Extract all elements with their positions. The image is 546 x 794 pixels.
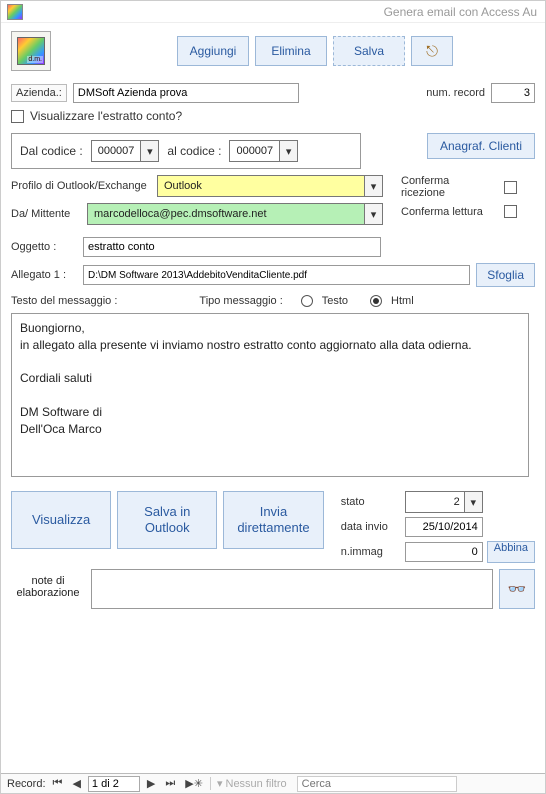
note-label: note di elaborazione <box>11 569 85 599</box>
profilo-value: Outlook <box>158 180 364 192</box>
note-textarea[interactable] <box>91 569 493 609</box>
salva-button[interactable]: Salva <box>333 36 405 66</box>
al-codice-label: al codice : <box>167 144 221 158</box>
stato-select[interactable]: 2 ▾ <box>405 491 483 513</box>
conferma-ricezione-checkbox[interactable] <box>504 181 517 194</box>
testo-messaggio-label: Testo del messaggio : <box>11 295 117 307</box>
chevron-down-icon: ▾ <box>364 204 382 224</box>
toolbar: Aggiungi Elimina Salva ⎋ <box>11 31 535 71</box>
window-title: Genera email con Access Au <box>29 5 539 19</box>
status-panel: stato 2 ▾ data invio n.immag Abbina <box>341 491 535 563</box>
tipo-testo-label: Testo <box>322 295 348 307</box>
azienda-label: Azienda.: <box>11 84 67 102</box>
mittente-select[interactable]: marcodelloca@pec.dmsoftware.net ▾ <box>87 203 383 225</box>
messaggio-textarea[interactable]: Buongiorno, in allegato alla presente vi… <box>11 313 529 477</box>
conferma-ricezione-label: Conferma ricezione <box>401 175 496 199</box>
al-codice-value: 000007 <box>230 145 279 157</box>
allegato-label: Allegato 1 : <box>11 269 77 281</box>
funnel-icon: ▾ <box>217 777 223 790</box>
record-label: Record: <box>7 778 46 790</box>
stato-value: 2 <box>406 496 464 508</box>
azienda-input[interactable] <box>73 83 299 103</box>
binoculars-icon: 👓 <box>508 580 527 598</box>
elimina-button[interactable]: Elimina <box>255 36 327 66</box>
al-codice-select[interactable]: 000007 ▾ <box>229 140 298 162</box>
aggiungi-button[interactable]: Aggiungi <box>177 36 249 66</box>
abbina-button[interactable]: Abbina <box>487 541 535 563</box>
dal-codice-value: 000007 <box>92 145 141 157</box>
exit-icon: ⎋ <box>426 43 438 60</box>
chevron-down-icon: ▾ <box>464 492 482 512</box>
data-invio-label: data invio <box>341 521 401 533</box>
conferma-lettura-checkbox[interactable] <box>504 205 517 218</box>
nav-next-button[interactable]: ▶ <box>144 777 158 790</box>
record-navigation-bar: Record: ⏮ ◀ ▶ ⏭ ▶✳ ▾ Nessun filtro <box>1 773 545 793</box>
stato-label: stato <box>341 496 401 508</box>
sfoglia-button[interactable]: Sfoglia <box>476 263 535 287</box>
salva-in-outlook-button[interactable]: Salva in Outlook <box>117 491 217 549</box>
chevron-down-icon: ▾ <box>279 141 297 161</box>
conferma-lettura-label: Conferma lettura <box>401 206 483 218</box>
nimmag-input[interactable] <box>405 542 483 562</box>
tipo-testo-radio[interactable] <box>301 295 313 307</box>
app-small-icon <box>7 4 23 20</box>
nav-last-button[interactable]: ⏭ <box>162 777 178 790</box>
estratto-checkbox[interactable] <box>11 110 24 123</box>
view-notes-button[interactable]: 👓 <box>499 569 535 609</box>
mittente-value: marcodelloca@pec.dmsoftware.net <box>88 208 364 220</box>
app-logo <box>11 31 51 71</box>
dm-logo-icon <box>17 37 45 65</box>
codici-frame: Dal codice : 000007 ▾ al codice : 000007… <box>11 133 361 169</box>
invia-direttamente-button[interactable]: Invia direttamente <box>223 491 323 549</box>
chevron-down-icon: ▾ <box>140 141 158 161</box>
nimmag-label: n.immag <box>341 546 401 558</box>
nav-prev-button[interactable]: ◀ <box>69 777 83 790</box>
anagraf-clienti-button[interactable]: Anagraf. Clienti <box>427 133 535 159</box>
exit-button[interactable]: ⎋ <box>411 36 453 66</box>
record-position-input[interactable] <box>88 776 140 792</box>
no-filter-indicator: ▾ Nessun filtro <box>210 777 293 790</box>
mittente-label: Da/ Mittente <box>11 208 81 220</box>
dal-codice-select[interactable]: 000007 ▾ <box>91 140 160 162</box>
search-input[interactable] <box>297 776 457 792</box>
profilo-select[interactable]: Outlook ▾ <box>157 175 383 197</box>
estratto-label: Visualizzare l'estratto conto? <box>30 109 182 123</box>
nav-new-button[interactable]: ▶✳ <box>182 777 206 790</box>
tipo-html-label: Html <box>391 295 414 307</box>
title-bar: Genera email con Access Au <box>1 1 545 23</box>
num-record-input[interactable] <box>491 83 535 103</box>
chevron-down-icon: ▾ <box>364 176 382 196</box>
allegato-input[interactable] <box>83 265 470 285</box>
dal-codice-label: Dal codice : <box>20 144 83 158</box>
nav-first-button[interactable]: ⏮ <box>50 777 66 790</box>
profilo-label: Profilo di Outlook/Exchange <box>11 180 151 192</box>
tipo-html-radio[interactable] <box>370 295 382 307</box>
oggetto-input[interactable] <box>83 237 381 257</box>
data-invio-input[interactable] <box>405 517 483 537</box>
num-record-label: num. record <box>426 87 485 99</box>
tipo-messaggio-label: Tipo messaggio : <box>199 295 282 307</box>
visualizza-button[interactable]: Visualizza <box>11 491 111 549</box>
oggetto-label: Oggetto : <box>11 241 77 253</box>
